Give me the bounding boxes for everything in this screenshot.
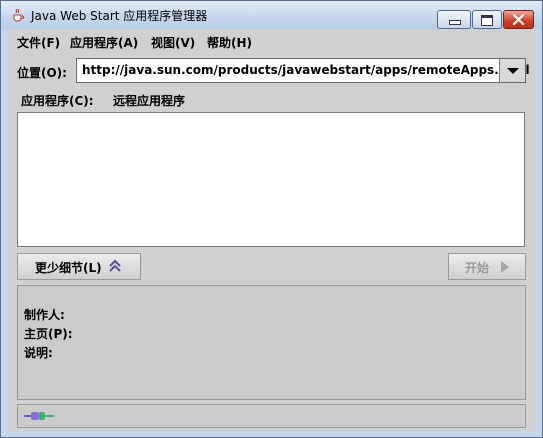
start-button[interactable]: 开始 <box>448 253 526 280</box>
details-panel: 制作人: 主页(P): 说明: <box>17 285 526 400</box>
status-bar <box>17 404 526 428</box>
minimize-button[interactable] <box>437 10 471 29</box>
location-combobox[interactable]: http://java.sun.com/products/javawebstar… <box>76 58 530 83</box>
window-title: Java Web Start 应用程序管理器 <box>31 9 208 23</box>
play-icon <box>501 261 509 273</box>
location-dropdown-button[interactable] <box>499 59 525 82</box>
client-area: 文件(F) 应用程序(A) 视图(V) 帮助(H) 位置(O): http://… <box>7 29 536 431</box>
maximize-icon <box>481 15 493 26</box>
vendor-label: 制作人: <box>24 308 65 322</box>
location-label: 位置(O): <box>17 66 67 80</box>
title-bar[interactable]: Java Web Start 应用程序管理器 <box>1 1 542 29</box>
minimize-icon <box>449 20 461 25</box>
start-label: 开始 <box>465 261 490 275</box>
plug-icon <box>24 412 54 420</box>
applications-filter[interactable]: 远程应用程序 <box>113 92 185 109</box>
double-chevron-up-icon <box>109 259 121 272</box>
application-list[interactable] <box>17 112 525 247</box>
app-window: Java Web Start 应用程序管理器 文件(F) 应用程序(A) 视图(… <box>0 0 543 438</box>
applications-label: 应用程序(C): <box>21 94 94 108</box>
less-details-button[interactable]: 更少细节(L) <box>17 253 141 280</box>
close-button[interactable] <box>503 10 534 29</box>
chevron-down-icon <box>507 68 519 74</box>
maximize-button[interactable] <box>472 10 502 29</box>
description-label: 说明: <box>24 346 53 360</box>
menu-help[interactable]: 帮助(H) <box>207 34 252 51</box>
menu-bar: 文件(F) 应用程序(A) 视图(V) 帮助(H) <box>7 29 536 51</box>
menu-applications[interactable]: 应用程序(A) <box>70 34 138 51</box>
java-cup-icon <box>13 8 25 22</box>
homepage-label: 主页(P): <box>24 327 73 341</box>
less-details-label: 更少细节(L) <box>35 261 102 275</box>
menu-view[interactable]: 视图(V) <box>151 34 195 51</box>
location-input[interactable]: http://java.sun.com/products/javawebstar… <box>82 63 530 77</box>
close-icon <box>512 13 525 26</box>
menu-file[interactable]: 文件(F) <box>17 34 60 51</box>
